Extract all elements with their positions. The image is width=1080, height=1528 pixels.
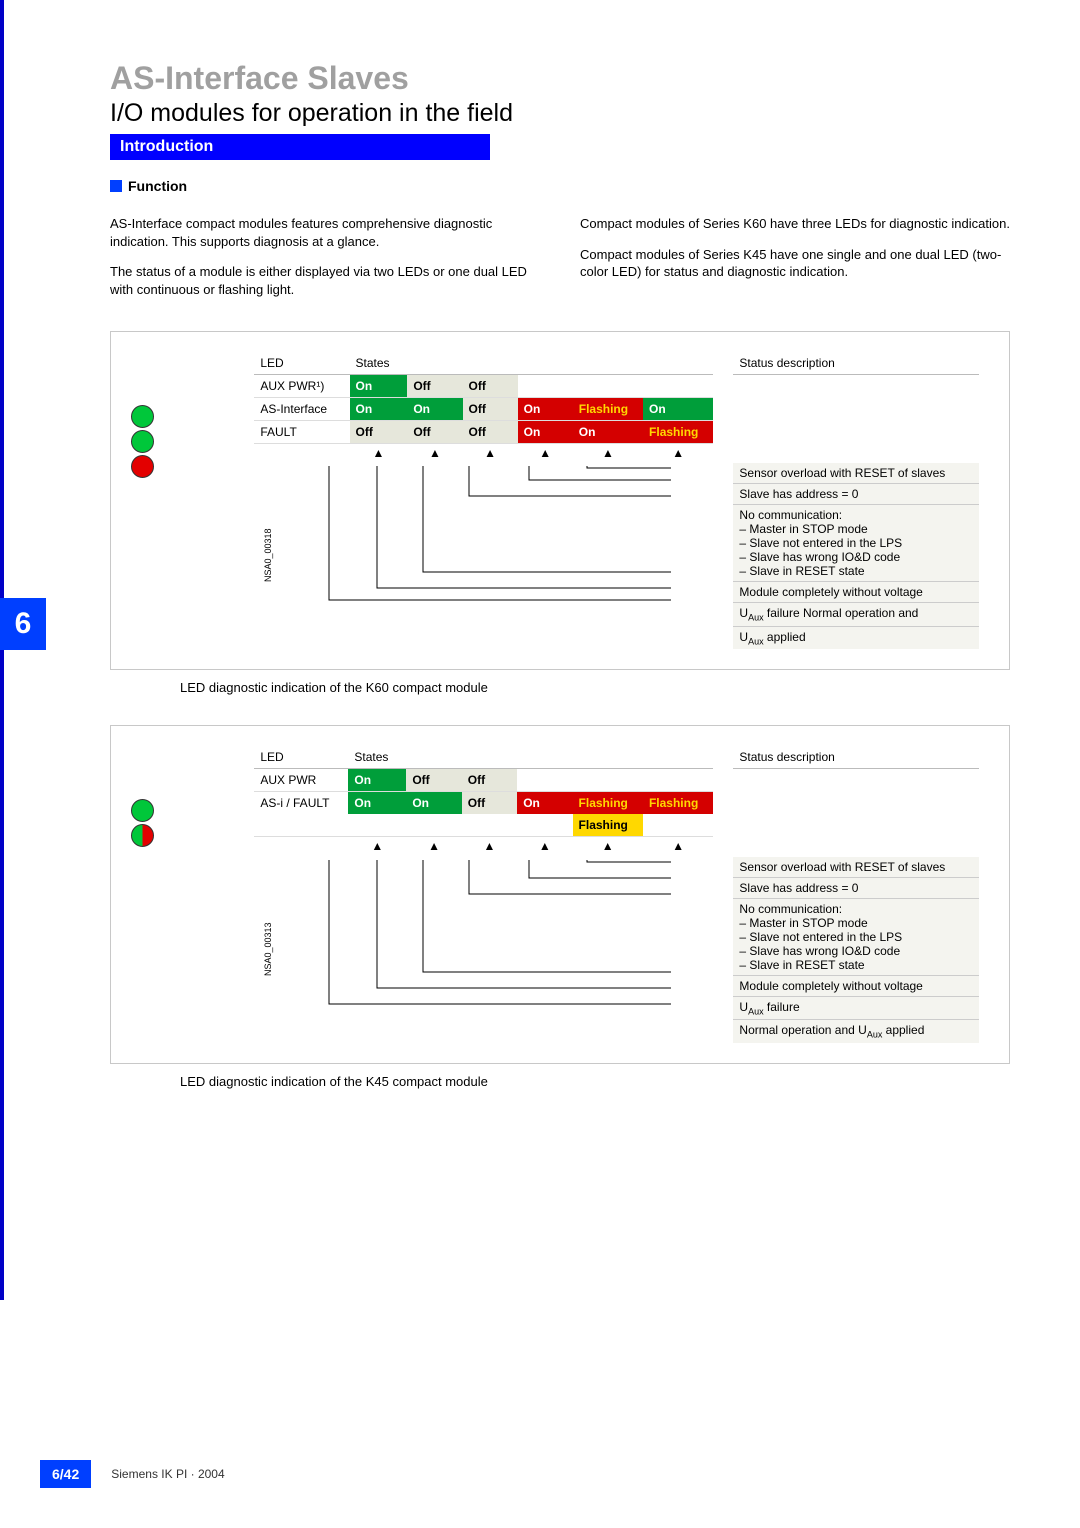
k60-diagram: NSA0_00318 LED States AUX PWR¹): [110, 331, 1010, 670]
desc-row: UAux failure: [733, 997, 979, 1020]
desc-row: Slave has address = 0: [733, 484, 979, 505]
led-aux-pwr: AUX PWR: [254, 768, 348, 791]
state-cell: Off: [463, 398, 518, 421]
state-cell: On: [348, 768, 406, 791]
led-asi: AS-Interface: [254, 398, 349, 421]
state-cell: Off: [463, 421, 518, 444]
state-cell: On: [517, 791, 572, 814]
k45-diagram: NSA0_00313 LED States AUX PWR On: [110, 725, 1010, 1064]
state-cell: On: [573, 421, 643, 444]
desc-row: No communication: – Master in STOP mode …: [733, 899, 979, 976]
led-red-icon: [131, 455, 154, 478]
state-cell: Off: [407, 421, 462, 444]
state-cell: Off: [406, 768, 461, 791]
desc-row: Module completely without voltage: [733, 976, 979, 997]
paragraph-right-2: Compact modules of Series K45 have one s…: [580, 246, 1010, 281]
state-cell: Off: [462, 768, 517, 791]
k45-caption: LED diagnostic indication of the K45 com…: [180, 1074, 1010, 1089]
col-led: LED: [254, 746, 348, 769]
k60-led-column: [131, 352, 244, 479]
k45-state-table: LED States AUX PWR On Off Off AS-i / FAU…: [254, 746, 713, 857]
led-asi-fault: AS-i / FAULT: [254, 791, 348, 814]
state-cell: On: [350, 375, 408, 398]
desc-row: Slave has address = 0: [733, 878, 979, 899]
k45-status-column: Status description Sensor overload with …: [723, 746, 979, 1043]
state-cell: On: [643, 398, 713, 421]
state-cell: Flashing: [643, 421, 713, 444]
left-accent-bar: [0, 0, 4, 1300]
led-green-icon: [131, 799, 154, 822]
k45-led-column: [131, 746, 244, 848]
led-fault: FAULT: [254, 421, 349, 444]
function-label-text: Function: [128, 178, 187, 194]
desc-row: UAux failure Normal operation and: [733, 603, 979, 626]
state-cell: Off: [407, 375, 462, 398]
intro-heading: Introduction: [110, 134, 490, 160]
k60-status-column: Status description Sensor overload with …: [723, 352, 979, 649]
desc-row: Normal operation and UAux applied: [733, 1020, 979, 1042]
page-subtitle: I/O modules for operation in the field: [110, 99, 1010, 128]
state-cell: On: [348, 791, 406, 814]
desc-row: Module completely without voltage: [733, 582, 979, 603]
led-green-icon: [131, 405, 154, 428]
led-green-icon: [131, 430, 154, 453]
k60-state-table: LED States AUX PWR¹) On Off Off AS-Inter…: [254, 352, 713, 464]
col-led: LED: [254, 352, 349, 375]
k60-caption: LED diagnostic indication of the K60 com…: [180, 680, 1010, 695]
state-cell: Off: [463, 375, 518, 398]
page-number-badge: 6/42: [40, 1460, 91, 1488]
desc-row: UAux applied: [733, 627, 979, 649]
chapter-tab: 6: [0, 598, 46, 650]
desc-row: Sensor overload with RESET of slaves: [733, 857, 979, 878]
function-heading: Function: [110, 178, 1010, 194]
ref-code-k45: NSA0_00313: [263, 922, 273, 976]
desc-row: No communication: – Master in STOP mode …: [733, 505, 979, 582]
state-cell: Off: [462, 791, 517, 814]
col-status: Status description: [733, 352, 979, 375]
page-title: AS-Interface Slaves: [110, 60, 1010, 97]
paragraph-right-1: Compact modules of Series K60 have three…: [580, 215, 1010, 233]
col-states: States: [350, 352, 408, 375]
state-cell: On: [350, 398, 408, 421]
state-cell: Flashing: [643, 791, 713, 814]
state-cell: Flashing: [573, 398, 643, 421]
ref-code-k60: NSA0_00318: [263, 529, 273, 583]
state-cell: On: [518, 421, 573, 444]
state-cell: Flashing: [573, 791, 643, 814]
state-cell: On: [407, 398, 462, 421]
col-status: Status description: [733, 746, 979, 769]
state-cell: On: [518, 398, 573, 421]
desc-row: Sensor overload with RESET of slaves: [733, 463, 979, 484]
state-cell: On: [406, 791, 461, 814]
led-aux-pwr: AUX PWR¹): [254, 375, 349, 398]
square-bullet-icon: [110, 180, 122, 192]
paragraph-left-2: The status of a module is either display…: [110, 263, 540, 298]
footer-publisher: Siemens IK PI · 2004: [111, 1467, 224, 1481]
led-dual-icon: [131, 824, 154, 847]
paragraph-left-1: AS-Interface compact modules features co…: [110, 215, 540, 250]
col-states: States: [348, 746, 406, 769]
state-cell: Off: [350, 421, 408, 444]
state-cell: Flashing: [573, 814, 643, 837]
